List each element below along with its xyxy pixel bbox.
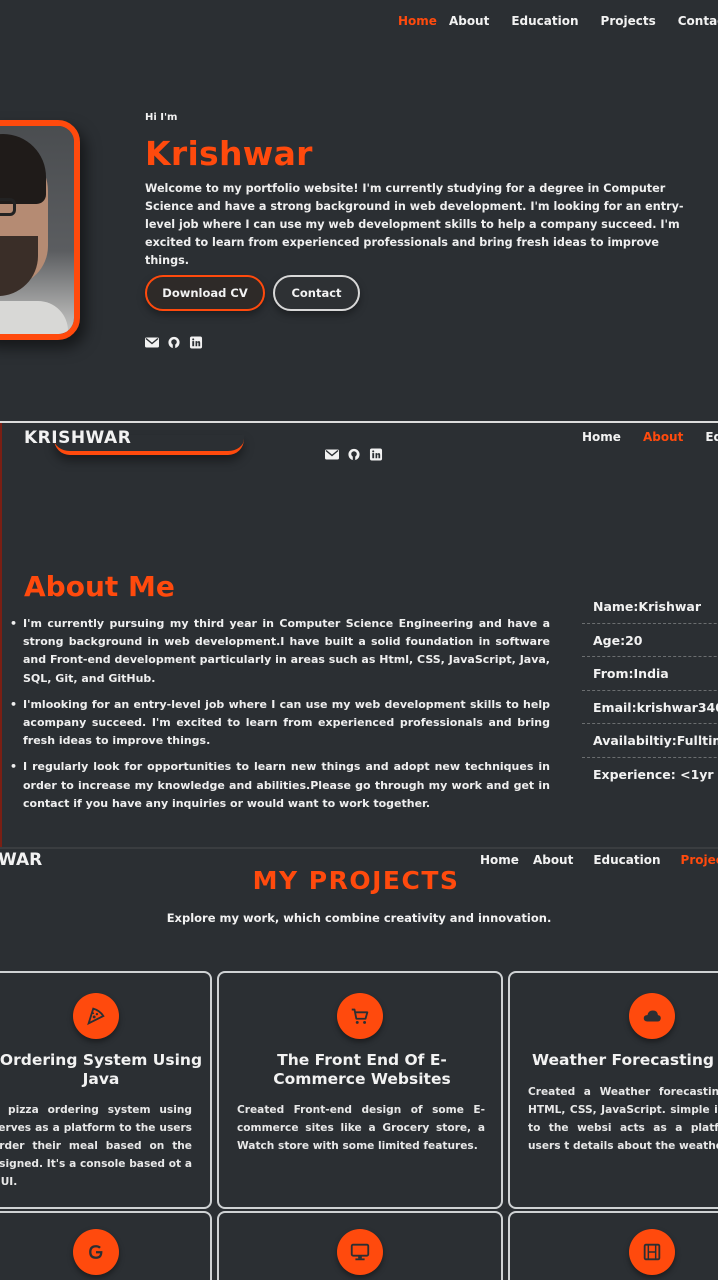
info-availability: Availabiltiy:Fulltim: [582, 724, 718, 758]
site-logo[interactable]: KRISHWAR: [24, 428, 131, 448]
monitor-icon: [337, 1229, 383, 1275]
project-card[interactable]: [217, 1211, 503, 1280]
about-section: KRISHWAR Home About Educ About Me I'm cu…: [0, 423, 718, 847]
project-description: a pizza ordering system using serves as …: [0, 1104, 192, 1188]
info-age: Age:20: [582, 624, 718, 658]
profile-photo: [0, 120, 80, 340]
top-nav: Home About Educ: [582, 430, 718, 444]
hero-section: Home About Education Projects Contact Hi…: [0, 0, 718, 421]
info-email: Email:krishwar340: [582, 691, 718, 725]
cart-icon: [337, 993, 383, 1039]
about-heading: About Me: [24, 570, 175, 603]
info-name: Name:Krishwar: [582, 590, 718, 624]
project-card-ecommerce[interactable]: The Front End Of E-Commerce Websites Cre…: [217, 971, 503, 1209]
social-links: [145, 336, 203, 349]
nav-home[interactable]: Home: [582, 430, 621, 444]
info-experience: Experience: <1yr: [593, 766, 714, 782]
google-icon: [73, 1229, 119, 1275]
projects-section: WAR Home About Education Projects MY PRO…: [0, 849, 718, 1280]
github-icon[interactable]: [167, 336, 181, 349]
nav-education[interactable]: Education: [593, 853, 660, 867]
mail-icon[interactable]: [325, 448, 339, 461]
linkedin-icon[interactable]: [189, 336, 203, 349]
project-description: Created Front-end design of some E-comme…: [237, 1104, 485, 1152]
nav-about[interactable]: About: [533, 853, 573, 867]
nav-projects[interactable]: Projects: [681, 853, 718, 867]
nav-education[interactable]: Education: [511, 14, 578, 28]
info-from: From:India: [582, 657, 718, 691]
list-item: I'mlooking for an entry-level job where …: [10, 696, 550, 751]
nav-home[interactable]: Home: [398, 14, 437, 28]
about-points: I'm currently pursuing my third year in …: [10, 615, 550, 821]
film-icon: [629, 1229, 675, 1275]
list-item: I'm currently pursuing my third year in …: [10, 615, 550, 688]
github-icon[interactable]: [347, 448, 361, 461]
nav-education[interactable]: Educ: [705, 430, 718, 444]
hero-name: Krishwar: [145, 134, 313, 173]
nav-about[interactable]: About: [643, 430, 683, 444]
download-cv-button[interactable]: Download CV: [145, 275, 265, 311]
list-item: I regularly look for opportunities to le…: [10, 758, 550, 813]
social-links: [325, 448, 383, 461]
projects-subtitle: Explore my work, which combine creativit…: [166, 911, 552, 925]
top-nav: Home About Education Projects Contact: [398, 14, 718, 28]
nav-projects[interactable]: Projects: [601, 14, 656, 28]
project-card[interactable]: [0, 1211, 212, 1280]
contact-button[interactable]: Contact: [273, 275, 360, 311]
project-title: The Front End Of E-Commerce Websites: [273, 1051, 451, 1088]
project-card[interactable]: [508, 1211, 718, 1280]
top-nav: Home About Education Projects: [480, 853, 718, 867]
cloud-icon: [629, 993, 675, 1039]
intro-text: Welcome to my portfolio website! I'm cur…: [145, 182, 684, 267]
project-card-weather[interactable]: Weather Forecasting W Created a Weather …: [508, 971, 718, 1209]
project-card-pizza[interactable]: Ordering System Using Java a pizza order…: [0, 971, 212, 1209]
personal-info: Name:Krishwar Age:20 From:India Email:kr…: [582, 590, 718, 792]
greeting: Hi I'm: [145, 112, 178, 123]
project-title: Ordering System Using Java: [0, 1051, 203, 1088]
linkedin-icon[interactable]: [369, 448, 383, 461]
nav-contact[interactable]: Contact: [678, 14, 718, 28]
projects-heading: MY PROJECTS: [252, 866, 460, 895]
pizza-icon: [73, 993, 119, 1039]
mail-icon[interactable]: [145, 336, 159, 349]
project-title: Weather Forecasting W: [532, 1051, 718, 1069]
nav-home[interactable]: Home: [480, 853, 519, 867]
project-description: Created a Weather forecasting using HTML…: [528, 1086, 718, 1152]
nav-about[interactable]: About: [449, 14, 489, 28]
